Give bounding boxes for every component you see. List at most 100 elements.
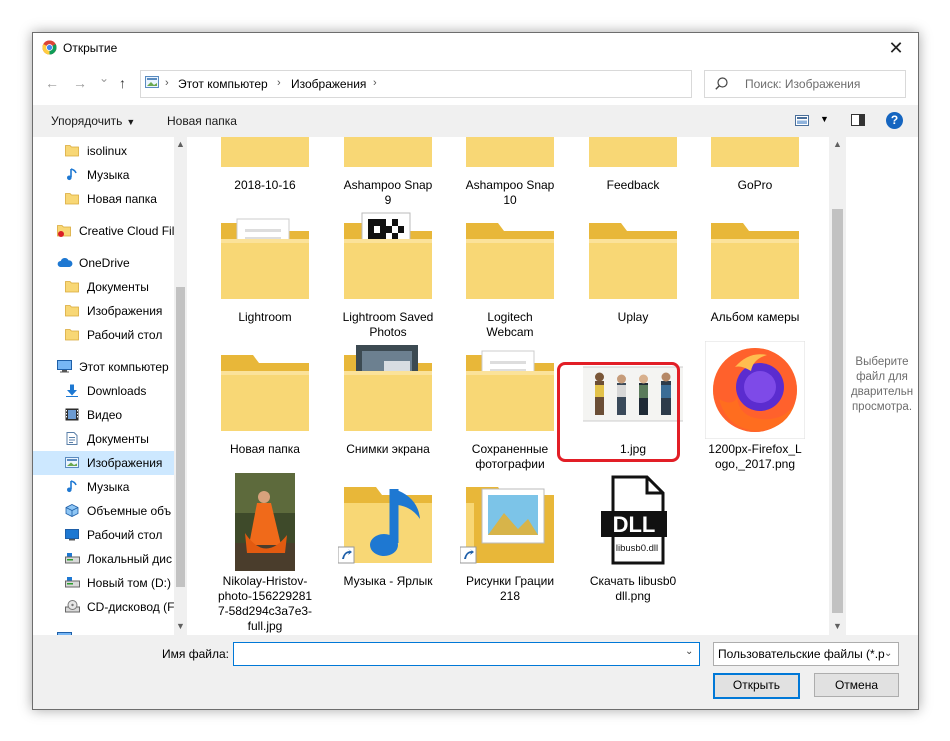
folder-icon (705, 137, 805, 175)
file-name-label: 2018-10-16 (204, 178, 326, 193)
scroll-down-icon[interactable]: ▼ (176, 621, 185, 631)
sidebar-item[interactable]: Новый том (D:) (33, 571, 174, 595)
organize-button[interactable]: Упорядочить ▼ (51, 114, 135, 128)
sidebar-item-label: Изображения (87, 456, 163, 470)
sidebar-item-label: Музыка (87, 168, 130, 182)
sidebar-item[interactable]: Видео (33, 403, 174, 427)
file-view: 2018-10-16 Ashampoo Snap 9 Ashampoo Snap 1… (189, 137, 829, 635)
sidebar-item[interactable]: Музыка (33, 163, 174, 187)
file-name-label: Сохраненные фотографии (449, 442, 571, 472)
sidebar-item-partial[interactable] (33, 627, 174, 635)
sidebar-item[interactable]: Рабочий стол (33, 523, 174, 547)
file-name-line: ogo,_2017.png (714, 457, 796, 471)
sidebar-item[interactable]: Документы (33, 427, 174, 451)
sidebar-item-label: OneDrive (79, 256, 130, 270)
sidebar-item[interactable]: Локальный дис (33, 547, 174, 571)
filename-dropdown-icon[interactable]: ⌄ (685, 646, 693, 657)
cancel-button[interactable]: Отмена (814, 673, 899, 697)
file-name-line: dll.png (615, 589, 651, 603)
filename-field[interactable] (233, 642, 700, 666)
pictures-icon (65, 456, 79, 469)
music-icon (65, 168, 79, 181)
folder-icon (215, 341, 315, 439)
title-bar: Открытие ✕ (33, 33, 918, 63)
file-name-label: Скачать libusb0 dll.png (572, 574, 694, 604)
sidebar-item[interactable]: Музыка (33, 475, 174, 499)
preview-line: просмотра. (851, 401, 913, 413)
view-dropdown-icon[interactable]: ▼ (820, 114, 829, 124)
file-name-label: Рисунки Грации 218 (449, 574, 571, 604)
breadcrumb-pictures[interactable]: Изображения (291, 77, 366, 91)
new-folder-button[interactable]: Новая папка (167, 114, 237, 128)
creative-cloud-icon (57, 224, 71, 237)
sidebar-item[interactable]: Изображения (33, 299, 174, 323)
file-name-label: Ashampoo Snap 9 (327, 178, 449, 208)
up-icon[interactable]: ↑ (119, 75, 126, 91)
navigation-pane-scrollbar[interactable]: ▲ ▼ (174, 137, 187, 635)
scrollbar-thumb[interactable] (832, 209, 843, 613)
file-name-line: 10 (503, 193, 517, 207)
file-name-line: 2018-10-16 (234, 178, 296, 192)
file-name-line: 9 (384, 193, 392, 207)
file-name-line: GoPro (737, 178, 773, 192)
file-name-line: Новая папка (230, 442, 300, 456)
file-name-line: Uplay (617, 310, 649, 324)
sidebar-item[interactable]: Рабочий стол (33, 323, 174, 347)
back-icon[interactable]: ← (45, 75, 59, 91)
preview-pane: Выберите файл для дварительн просмотра. (846, 137, 918, 635)
preview-line: дварительн (850, 386, 914, 398)
sidebar-item[interactable]: Объемные объ (33, 499, 174, 523)
file-name-line: Альбом камеры (710, 310, 800, 324)
file-name-line: Снимки экрана (346, 442, 430, 456)
sidebar-item[interactable]: isolinux (33, 139, 174, 163)
file-view-scrollbar[interactable]: ▲ ▼ (829, 137, 846, 635)
breadcrumb-this-pc[interactable]: Этот компьютер (178, 77, 268, 91)
scroll-up-icon[interactable]: ▲ (833, 139, 842, 149)
forward-icon[interactable]: → (73, 75, 87, 91)
search-box[interactable]: Поиск: Изображения (704, 70, 906, 98)
close-icon[interactable]: ✕ (874, 33, 918, 63)
recent-locations-icon[interactable]: ⌄ (99, 71, 109, 85)
navigation-pane: isolinux Музыка Новая папка Creative Cloud … (33, 137, 187, 635)
sidebar-item[interactable]: Этот компьютер (33, 355, 174, 379)
help-icon[interactable]: ? (886, 112, 903, 129)
sidebar-item[interactable]: Downloads (33, 379, 174, 403)
preview-line: Выберите (855, 356, 909, 368)
scroll-up-icon[interactable]: ▲ (176, 139, 185, 149)
sidebar-item-label: Рабочий стол (87, 328, 163, 342)
file-name-label: Ashampoo Snap 10 (449, 178, 571, 208)
sidebar-item[interactable]: Новая папка (33, 187, 174, 211)
address-bar[interactable]: › Этот компьютер › Изображения › ⌄ ↻ (140, 70, 790, 98)
file-name-label: Lightroom (204, 310, 326, 325)
file-name-label: Feedback (572, 178, 694, 193)
3d-objects-icon (65, 504, 79, 517)
breadcrumb-separator-icon[interactable]: › (277, 77, 281, 89)
breadcrumb-separator-icon[interactable]: › (373, 77, 377, 89)
folder-icon (338, 137, 438, 175)
filename-label: Имя файла: (162, 647, 229, 661)
folder-icon (460, 341, 560, 439)
folder-icon (65, 144, 79, 157)
folder-icon (460, 137, 560, 175)
sidebar-item[interactable]: CD-дисковод (F (33, 595, 174, 619)
file-name-label: Lightroom Saved Photos (327, 310, 449, 340)
file-name-label: Nikolay-Hristov-photo-156229281 7-58d294c… (204, 574, 326, 634)
sidebar-item[interactable]: Creative Cloud Fil (33, 219, 174, 243)
command-toolbar: Упорядочить ▼ Новая папка ▼ ? (33, 105, 918, 137)
file-type-select[interactable]: Пользовательские файлы (*.p ⌄ (713, 642, 899, 666)
sidebar-item-label: Музыка (87, 480, 130, 494)
preview-pane-icon[interactable] (851, 114, 865, 126)
scroll-down-icon[interactable]: ▼ (833, 621, 842, 631)
image-dll-thumbnail: DLL libusb0.dll (583, 473, 683, 571)
sidebar-item[interactable]: Изображения (33, 451, 174, 475)
view-options-icon[interactable] (795, 115, 809, 126)
file-name-label: Новая папка (204, 442, 326, 457)
sidebar-item-label: Этот компьютер (79, 360, 169, 374)
sidebar-item[interactable]: OneDrive (33, 251, 174, 275)
sidebar-item[interactable]: Документы (33, 275, 174, 299)
scrollbar-thumb[interactable] (176, 287, 185, 587)
drive-icon (65, 576, 80, 589)
image-firefox-thumbnail (704, 340, 806, 440)
open-button[interactable]: Открыть (713, 673, 800, 699)
filename-input[interactable] (234, 643, 682, 663)
